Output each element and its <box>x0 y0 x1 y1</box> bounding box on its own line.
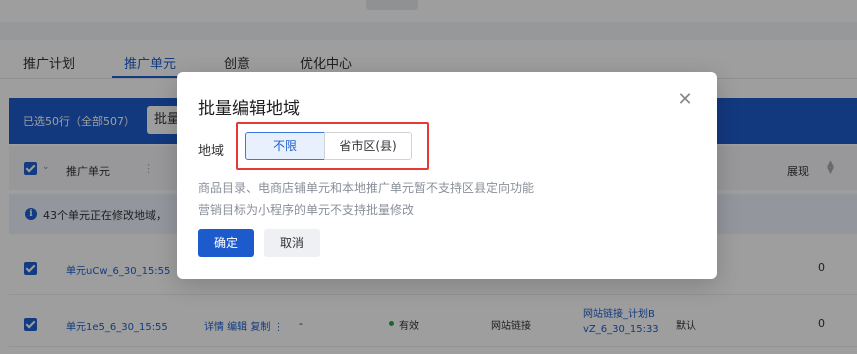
option-province-city-county[interactable]: 省市区(县) <box>324 132 412 160</box>
region-segmented-control: 不限 省市区(县) <box>245 132 412 160</box>
dialog-title: 批量编辑地域 <box>198 99 300 119</box>
confirm-button[interactable]: 确定 <box>198 229 254 257</box>
cancel-button[interactable]: 取消 <box>264 229 320 257</box>
option-unlimited[interactable]: 不限 <box>245 132 325 160</box>
batch-edit-region-dialog: 批量编辑地域 ✕ 地域 不限 省市区(县) 商品目录、电商店铺单元和本地推广单元… <box>177 72 717 279</box>
hint-line-2: 营销目标为小程序的单元不支持批量修改 <box>198 203 415 217</box>
hint-line-1: 商品目录、电商店铺单元和本地推广单元暂不支持区县定向功能 <box>198 181 535 195</box>
region-label: 地域 <box>198 144 225 159</box>
close-icon[interactable]: ✕ <box>677 91 693 109</box>
